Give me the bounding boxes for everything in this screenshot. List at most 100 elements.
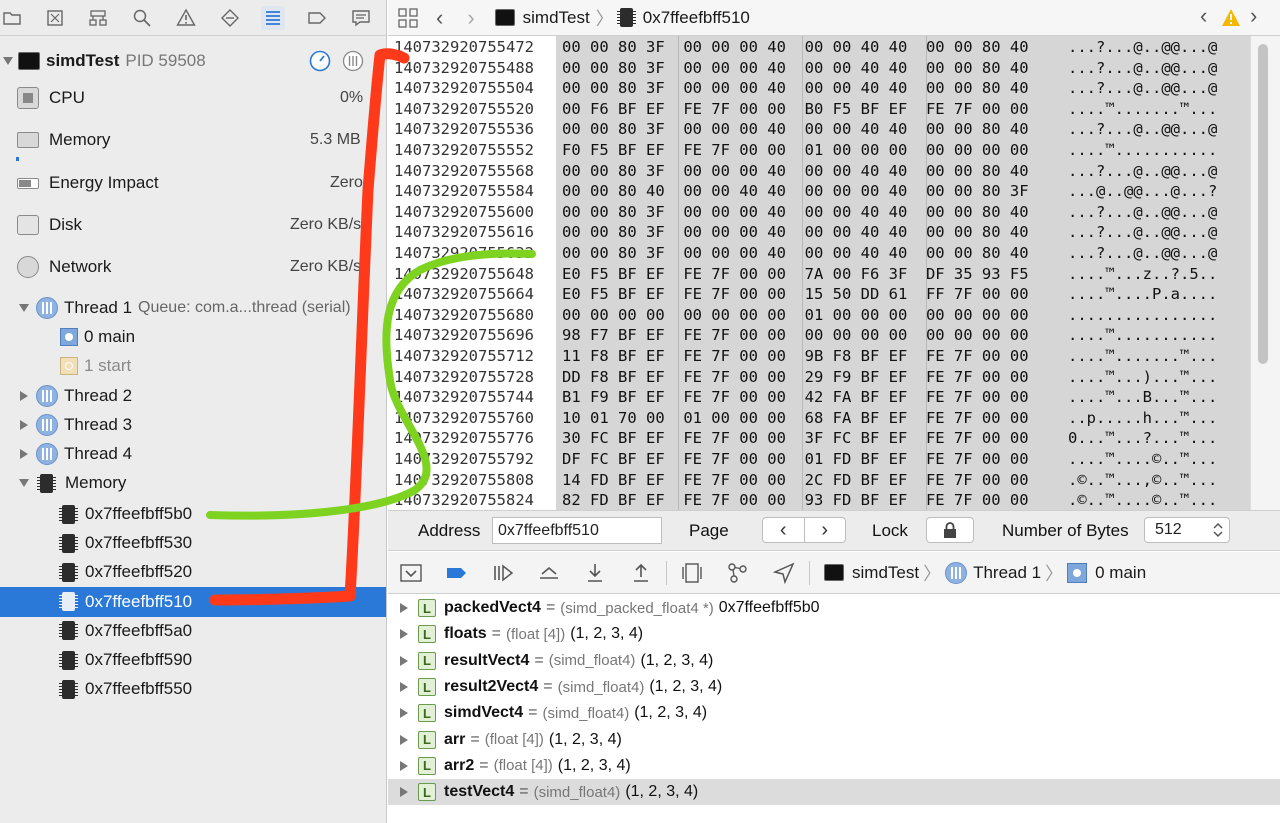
memory-row-hex[interactable]: 82 FD BF EF FE 7F 00 00 93 FD BF EF FE 7… <box>562 490 1029 510</box>
memory-row-hex[interactable]: 00 00 80 3F 00 00 00 40 00 00 40 40 00 0… <box>562 37 1029 58</box>
disclosure-right-icon[interactable] <box>399 655 409 666</box>
gauge-disk[interactable]: Disk Zero KB/s <box>0 210 386 240</box>
memory-row-hex[interactable]: 14 FD BF EF FE 7F 00 00 2C FD BF EF FE 7… <box>562 470 1029 491</box>
step-into-button[interactable] <box>572 552 618 594</box>
memory-row-hex[interactable]: 00 00 80 40 00 00 40 40 00 00 00 40 00 0… <box>562 181 1029 202</box>
memory-row-ascii[interactable]: ...?...@..@@...@ <box>1068 202 1217 223</box>
page-stepper[interactable]: ‹ › <box>762 517 846 543</box>
thread-row-3[interactable]: Thread 3 <box>0 410 386 440</box>
debug-thread[interactable]: Thread 1 <box>973 563 1041 583</box>
related-items-icon[interactable] <box>398 7 418 28</box>
page-next-chevron-icon[interactable]: › <box>805 518 846 542</box>
memory-item[interactable]: 0x7ffeefbff5a0 <box>0 616 386 646</box>
frame-row-1[interactable]: 1 start <box>0 351 386 381</box>
memory-row-hex[interactable]: 00 00 80 3F 00 00 00 40 00 00 40 40 00 0… <box>562 58 1029 79</box>
find-icon[interactable] <box>130 6 154 30</box>
jumpbar-project[interactable]: simdTest <box>523 8 590 28</box>
disclosure-right-icon[interactable] <box>18 390 30 402</box>
memory-row-ascii[interactable]: ....™.......™... <box>1068 99 1217 120</box>
memory-row-hex[interactable]: 30 FC BF EF FE 7F 00 00 3F FC BF EF FE 7… <box>562 428 1029 449</box>
gauge-cpu[interactable]: CPU 0% <box>0 83 386 113</box>
variable-row[interactable]: LresultVect4 = (simd_float4) (1, 2, 3, 4) <box>388 648 1280 674</box>
debug-icon[interactable] <box>261 6 285 30</box>
memory-row-ascii[interactable]: ...?...@..@@...@ <box>1068 222 1217 243</box>
jumpbar-file[interactable]: 0x7ffeefbff510 <box>643 8 750 28</box>
process-row[interactable]: simdTest PID 59508 <box>0 46 386 76</box>
memory-row-ascii[interactable]: ...?...@..@@...@ <box>1068 78 1217 99</box>
breakpoints-toggle-button[interactable] <box>434 552 480 594</box>
folder-icon[interactable] <box>0 6 24 30</box>
disclosure-right-icon[interactable] <box>399 734 409 745</box>
issue-icon[interactable] <box>174 6 198 30</box>
memory-row-ascii[interactable]: ....™...)...™... <box>1068 367 1217 388</box>
memory-scrollbar-thumb[interactable] <box>1258 44 1268 364</box>
memory-row-hex[interactable]: 00 00 80 3F 00 00 00 40 00 00 40 40 00 0… <box>562 78 1029 99</box>
source-control-icon[interactable] <box>43 6 67 30</box>
memory-row-ascii[interactable]: ................ <box>1068 305 1217 326</box>
gauge-toggle-icon[interactable] <box>309 50 331 72</box>
lock-button[interactable] <box>926 517 974 543</box>
disclosure-right-icon[interactable] <box>399 603 409 614</box>
simulate-location-button[interactable] <box>761 552 807 594</box>
memory-row-ascii[interactable]: ...?...@..@@...@ <box>1068 58 1217 79</box>
memory-item[interactable]: 0x7ffeefbff590 <box>0 645 386 675</box>
bytes-select[interactable]: 512 <box>1144 517 1230 543</box>
gauge-memory[interactable]: Memory 5.3 MB <box>0 125 386 155</box>
thread-row-2[interactable]: Thread 2 <box>0 381 386 411</box>
memory-graph-button[interactable] <box>715 552 761 594</box>
memory-row-ascii[interactable]: ...@..@@...@...? <box>1068 181 1217 202</box>
variable-row[interactable]: Lresult2Vect4 = (simd_float4) (1, 2, 3, 4) <box>388 674 1280 700</box>
variable-row[interactable]: LsimdVect4 = (simd_float4) (1, 2, 3, 4) <box>388 700 1280 726</box>
disclosure-down-icon[interactable] <box>2 55 14 67</box>
debug-process[interactable]: simdTest <box>852 563 919 583</box>
memory-row-ascii[interactable]: ...?...@..@@...@ <box>1068 161 1217 182</box>
memory-row-ascii[interactable]: ...?...@..@@...@ <box>1068 243 1217 264</box>
hierarchy-icon[interactable] <box>86 6 110 30</box>
page-prev-chevron-icon[interactable]: ‹ <box>763 518 805 542</box>
disclosure-right-icon[interactable] <box>399 760 409 771</box>
memory-row-hex[interactable]: 00 00 80 3F 00 00 00 40 00 00 40 40 00 0… <box>562 161 1029 182</box>
continue-button[interactable] <box>480 552 526 594</box>
variable-row[interactable]: LtestVect4 = (simd_float4) (1, 2, 3, 4) <box>388 779 1280 806</box>
disclosure-right-icon[interactable] <box>18 448 30 460</box>
forward-chevron-icon[interactable]: › <box>467 5 474 31</box>
back-chevron-icon[interactable]: ‹ <box>436 5 443 31</box>
thread-row-4[interactable]: Thread 4 <box>0 439 386 469</box>
hex-column[interactable]: 00 00 80 3F 00 00 00 40 00 00 40 40 00 0… <box>556 36 1054 510</box>
memory-row-ascii[interactable]: ...?...@..@@...@ <box>1068 37 1217 58</box>
memory-row-hex[interactable]: 10 01 70 00 01 00 00 00 68 FA BF EF FE 7… <box>562 408 1029 429</box>
disclosure-right-icon[interactable] <box>399 787 409 798</box>
memory-row-hex[interactable]: 00 F6 BF EF FE 7F 00 00 B0 F5 BF EF FE 7… <box>562 99 1029 120</box>
variable-row[interactable]: Lfloats = (float [4]) (1, 2, 3, 4) <box>388 621 1280 647</box>
memory-row-ascii[interactable]: ....™....©..™... <box>1068 449 1217 470</box>
memory-row-hex[interactable]: 00 00 80 3F 00 00 00 40 00 00 40 40 00 0… <box>562 202 1029 223</box>
memory-group-row[interactable]: Memory <box>0 468 386 498</box>
disclosure-right-icon[interactable] <box>399 629 409 640</box>
memory-row-hex[interactable]: 11 F8 BF EF FE 7F 00 00 9B F8 BF EF FE 7… <box>562 346 1029 367</box>
memory-item[interactable]: 0x7ffeefbff550 <box>0 674 386 704</box>
step-over-button[interactable] <box>526 552 572 594</box>
memory-row-hex[interactable]: F0 F5 BF EF FE 7F 00 00 01 00 00 00 00 0… <box>562 140 1029 161</box>
variable-row[interactable]: Larr = (float [4]) (1, 2, 3, 4) <box>388 727 1280 753</box>
report-icon[interactable] <box>349 6 373 30</box>
disclosure-down-icon[interactable] <box>18 302 30 314</box>
memory-row-ascii[interactable]: 0...™...?...™... <box>1068 428 1217 449</box>
memory-item[interactable]: 0x7ffeefbff5b0 <box>0 499 386 529</box>
issue-prev-chevron-icon[interactable]: ‹ <box>1200 3 1207 29</box>
memory-row-ascii[interactable]: ....™....P.a.... <box>1068 284 1217 305</box>
variable-row[interactable]: LpackedVect4 = (simd_packed_float4 *) 0x7ff… <box>388 595 1280 621</box>
memory-row-hex[interactable]: DD F8 BF EF FE 7F 00 00 29 F9 BF EF FE 7… <box>562 367 1029 388</box>
test-icon[interactable] <box>218 6 242 30</box>
thread-filter-icon[interactable] <box>342 50 364 72</box>
memory-row-ascii[interactable]: ....™........... <box>1068 140 1217 161</box>
memory-row-hex[interactable]: 98 F7 BF EF FE 7F 00 00 00 00 00 00 00 0… <box>562 325 1029 346</box>
memory-item[interactable]: 0x7ffeefbff510 <box>0 586 386 617</box>
thread-row-1[interactable]: Thread 1 Queue: com.a...thread (serial) <box>0 293 386 323</box>
memory-row-hex[interactable]: 00 00 80 3F 00 00 00 40 00 00 40 40 00 0… <box>562 119 1029 140</box>
memory-row-ascii[interactable]: ....™...B...™... <box>1068 387 1217 408</box>
gauge-network[interactable]: Network Zero KB/s <box>0 252 386 282</box>
memory-row-ascii[interactable]: .©..™....©..™... <box>1068 490 1217 510</box>
disclosure-right-icon[interactable] <box>399 682 409 693</box>
memory-row-hex[interactable]: DF FC BF EF FE 7F 00 00 01 FD BF EF FE 7… <box>562 449 1029 470</box>
memory-row-hex[interactable]: E0 F5 BF EF FE 7F 00 00 7A 00 F6 3F DF 3… <box>562 264 1029 285</box>
